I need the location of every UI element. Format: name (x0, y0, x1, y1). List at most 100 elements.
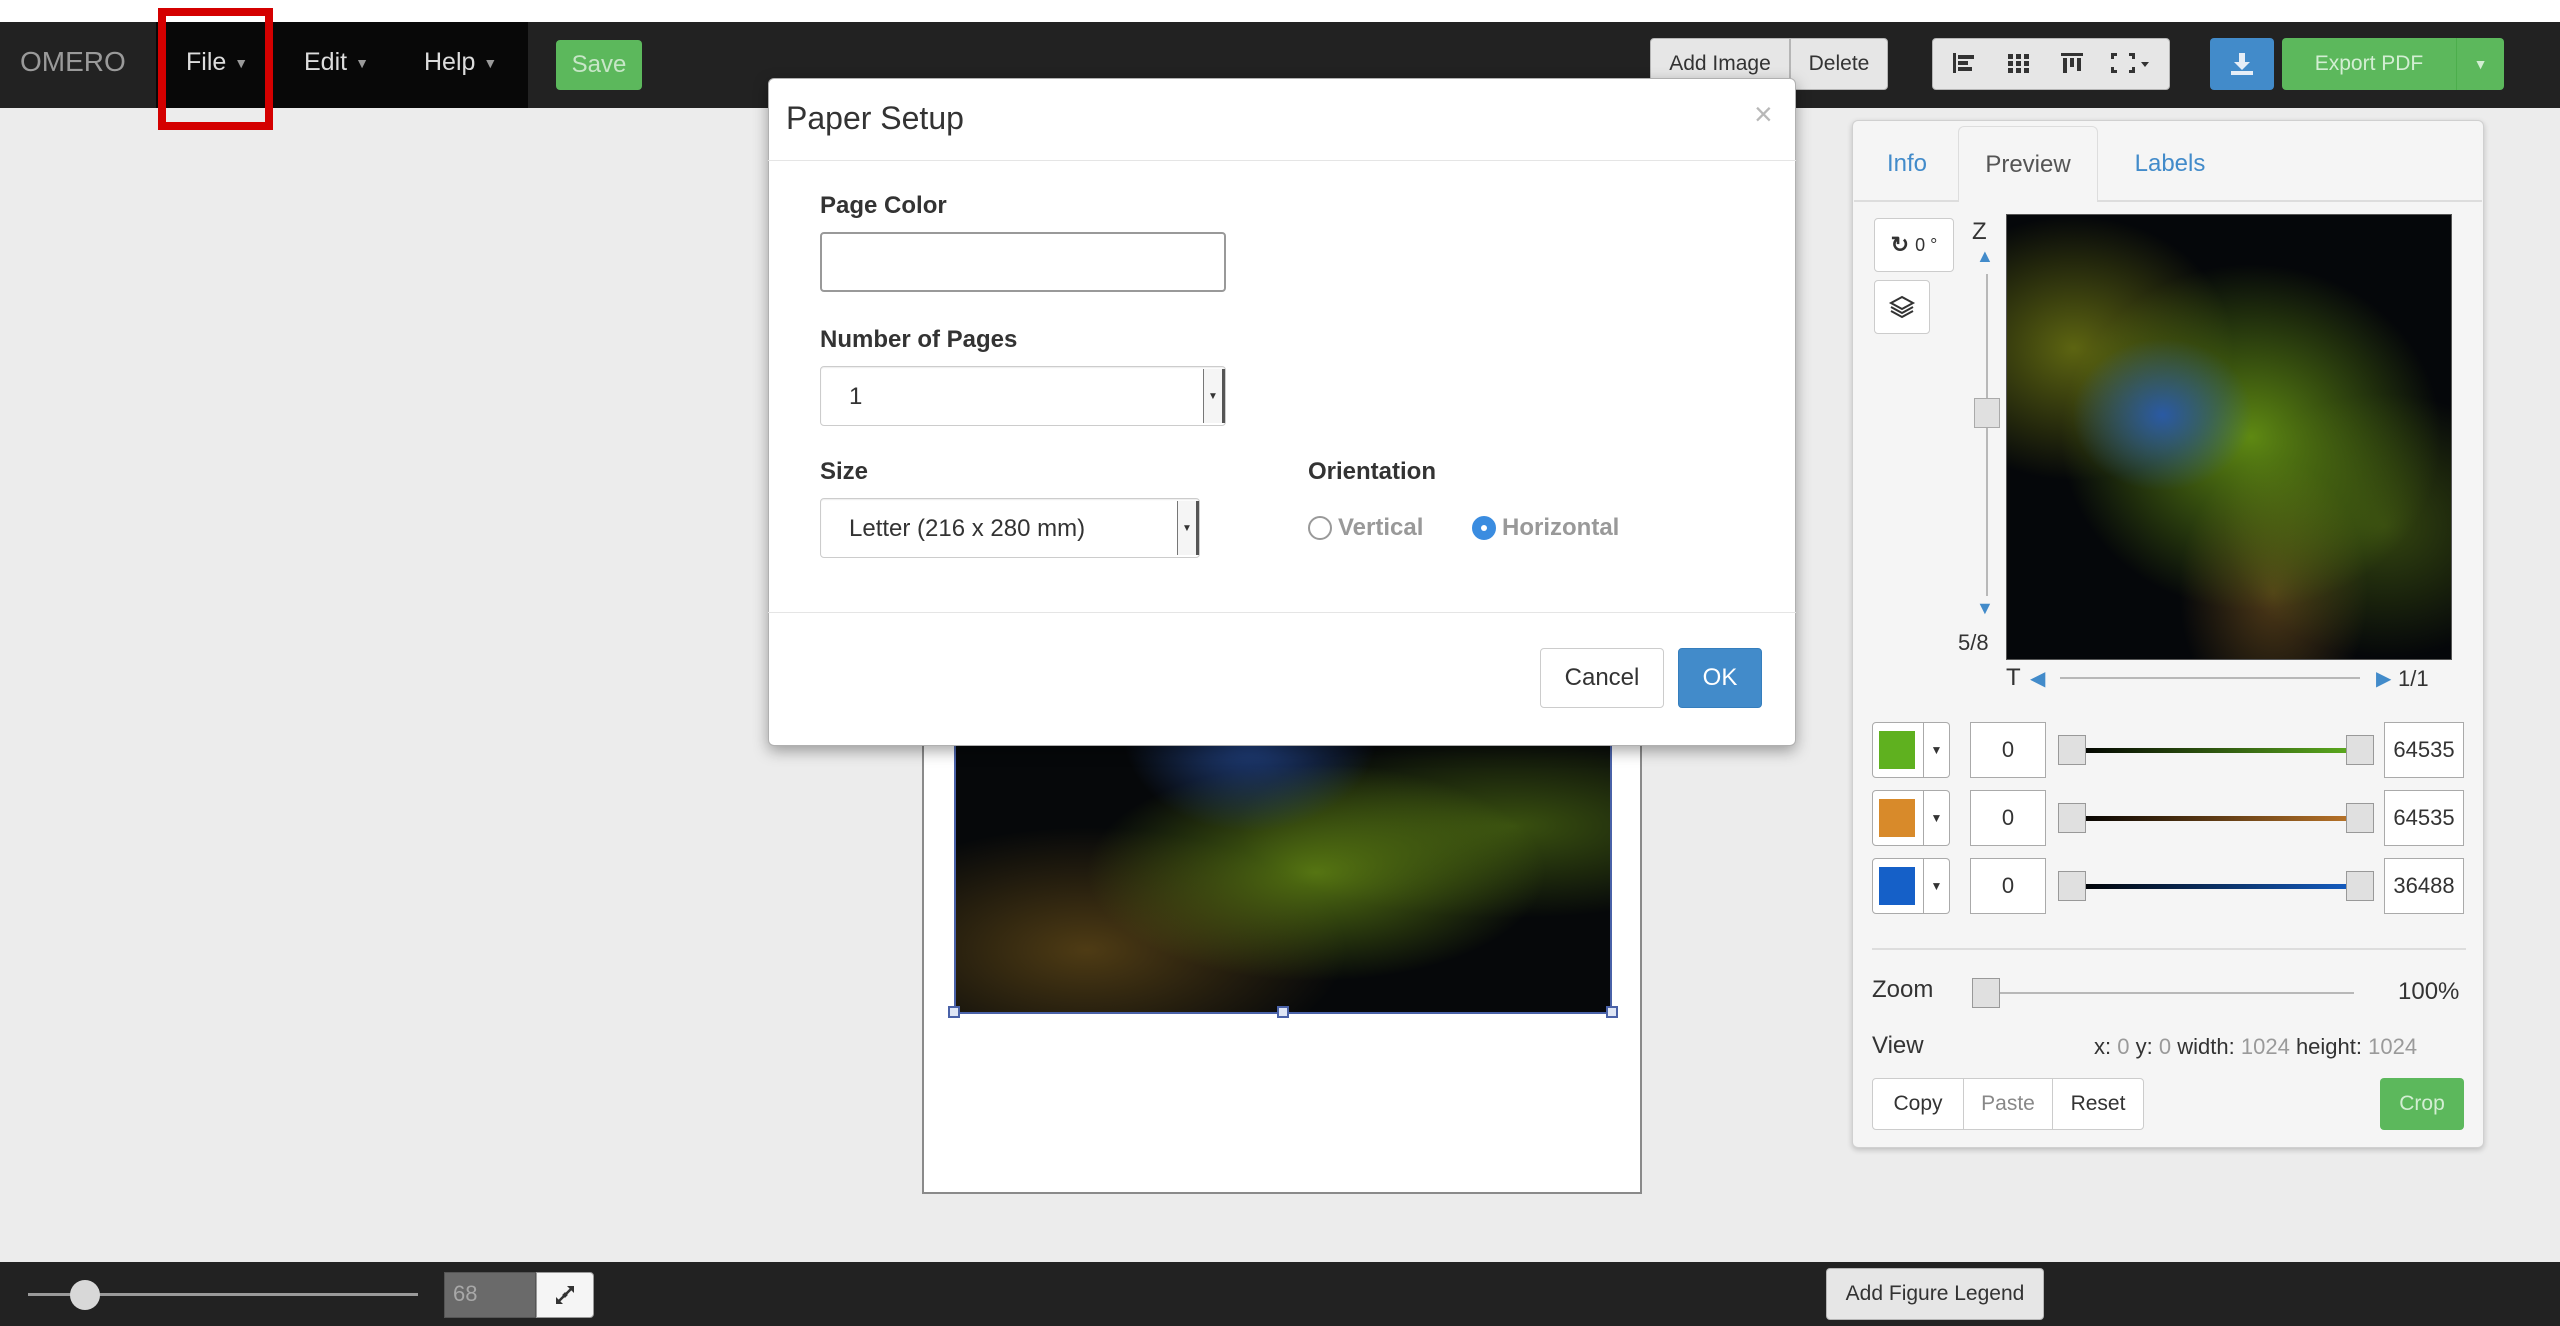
expand-dropdown-icon[interactable] (2109, 51, 2159, 77)
align-left-icon[interactable] (1951, 51, 1979, 77)
orientation-horizontal-radio[interactable] (1472, 516, 1496, 540)
z-label: Z (1972, 218, 1987, 245)
caret-down-icon: ▼ (1930, 811, 1943, 825)
view-coordinates: x: 0 y: 0 width: 1024 height: 1024 (2094, 1034, 2417, 1060)
num-pages-label: Number of Pages (820, 326, 1018, 353)
channel-range-track[interactable] (2074, 748, 2362, 753)
orientation-vertical-label[interactable]: Vertical (1338, 514, 1423, 542)
t-slider-track[interactable] (2060, 677, 2360, 679)
channel-min-handle[interactable] (2058, 803, 2086, 833)
dialog-header-divider (768, 160, 1796, 161)
num-pages-value: 1 (849, 383, 863, 410)
tab-preview[interactable]: Preview (1958, 126, 2098, 202)
zoom-slider-thumb[interactable] (1972, 978, 2000, 1008)
zoom-value: 100% (2398, 978, 2460, 1005)
paste-button[interactable]: Paste (1963, 1078, 2053, 1130)
t-position: 1/1 (2398, 666, 2429, 691)
page-color-input[interactable] (820, 232, 1226, 292)
align-top-icon[interactable] (2059, 51, 2087, 77)
dialog-footer-divider (768, 612, 1796, 613)
channel-max-input[interactable]: 36488 (2384, 858, 2464, 914)
rotate-button[interactable]: ↻ 0 ° (1874, 218, 1954, 272)
channel-min-input[interactable]: 0 (1970, 722, 2046, 778)
channel-color-dropdown[interactable]: ▼ (1924, 858, 1950, 914)
resize-handle-bottom-right[interactable] (1606, 1006, 1618, 1018)
cancel-button[interactable]: Cancel (1540, 648, 1664, 708)
resize-handle-bottom-left[interactable] (948, 1006, 960, 1018)
zoom-slider-track[interactable] (2000, 992, 2354, 994)
view-height-label: height: (2295, 1034, 2362, 1059)
page-color-label: Page Color (820, 192, 947, 219)
canvas-zoom-input[interactable]: 68 (444, 1272, 536, 1318)
preview-image[interactable] (2006, 214, 2452, 660)
download-button[interactable] (2210, 38, 2274, 90)
tab-labels[interactable]: Labels (2110, 126, 2230, 202)
channel-min-handle[interactable] (2058, 735, 2086, 765)
rotation-value: 0 ° (1915, 234, 1938, 255)
delete-button[interactable]: Delete (1790, 38, 1888, 90)
chevron-down-icon[interactable]: ▼ (1976, 598, 1994, 619)
view-x-label: x: (2094, 1034, 2112, 1059)
z-slider-track[interactable] (1986, 274, 1988, 596)
download-icon (2231, 53, 2253, 75)
caret-down-icon: ▼ (355, 55, 369, 72)
crop-button[interactable]: Crop (2380, 1078, 2464, 1130)
channel-min-handle[interactable] (2058, 871, 2086, 901)
copy-button[interactable]: Copy (1872, 1078, 1964, 1130)
channel-max-input[interactable]: 64535 (2384, 722, 2464, 778)
channel-color-dropdown[interactable]: ▼ (1924, 790, 1950, 846)
zoom-to-fit-button[interactable] (536, 1272, 594, 1318)
chevron-up-icon[interactable]: ▲ (1976, 246, 1994, 267)
resize-handle-bottom-center[interactable] (1277, 1006, 1289, 1018)
channel-range-track[interactable] (2074, 884, 2362, 889)
channel-max-handle[interactable] (2346, 803, 2374, 833)
view-y-value: 0 (2158, 1034, 2172, 1059)
channel-max-input[interactable]: 64535 (2384, 790, 2464, 846)
grid-icon[interactable] (2005, 51, 2033, 77)
view-width-label: width: (2177, 1034, 2235, 1059)
channel-min-input[interactable]: 0 (1970, 790, 2046, 846)
zoom-label: Zoom (1872, 976, 1934, 1003)
paper-size-select[interactable]: Letter (216 x 280 mm) ▼ (820, 498, 1200, 558)
chevron-left-icon[interactable]: ◀ (2030, 666, 2045, 691)
layers-icon (1888, 295, 1916, 319)
canvas-zoom-thumb[interactable] (70, 1280, 100, 1310)
orientation-horizontal-label[interactable]: Horizontal (1502, 514, 1619, 542)
channel-max-handle[interactable] (2346, 871, 2374, 901)
caret-down-icon: ▼ (1930, 879, 1943, 893)
channel-color-button[interactable] (1872, 790, 1924, 846)
caret-down-icon: ▼ (1930, 743, 1943, 757)
export-dropdown-button[interactable]: ▼ (2456, 38, 2504, 90)
export-pdf-button[interactable]: Export PDF (2282, 38, 2456, 90)
channel-color-dropdown[interactable]: ▼ (1924, 722, 1950, 778)
channel-range-track[interactable] (2074, 816, 2362, 821)
channel-min-input[interactable]: 0 (1970, 858, 2046, 914)
channel-color-button[interactable] (1872, 722, 1924, 778)
channel-max-handle[interactable] (2346, 735, 2374, 765)
add-figure-legend-button[interactable]: Add Figure Legend (1826, 1268, 2044, 1320)
menu-help[interactable]: Help ▼ (424, 48, 497, 77)
layers-button[interactable] (1874, 280, 1930, 334)
channel-color-swatch (1879, 731, 1915, 769)
view-label: View (1872, 1032, 1924, 1059)
save-button[interactable]: Save (556, 40, 642, 90)
tab-info[interactable]: Info (1864, 126, 1950, 202)
channel-color-swatch (1879, 867, 1915, 905)
chevron-right-icon[interactable]: ▶ (2376, 666, 2391, 691)
top-strip (0, 0, 2560, 22)
orientation-label: Orientation (1308, 458, 1437, 485)
channel-color-button[interactable] (1872, 858, 1924, 914)
caret-down-icon: ▼ (483, 55, 498, 72)
t-label: T (2006, 664, 2021, 691)
figure-panel-image[interactable] (954, 700, 1612, 1014)
caret-down-icon: ▼ (2473, 56, 2488, 72)
close-icon[interactable]: × (1754, 96, 1773, 133)
caret-down-icon: ▼ (1177, 501, 1199, 555)
orientation-vertical-radio[interactable] (1308, 516, 1332, 540)
z-slider-thumb[interactable] (1974, 398, 2000, 428)
size-label: Size (820, 458, 869, 485)
num-pages-select[interactable]: 1 ▼ (820, 366, 1226, 426)
ok-button[interactable]: OK (1678, 648, 1762, 708)
reset-button[interactable]: Reset (2052, 1078, 2144, 1130)
menu-edit[interactable]: Edit ▼ (304, 48, 369, 77)
